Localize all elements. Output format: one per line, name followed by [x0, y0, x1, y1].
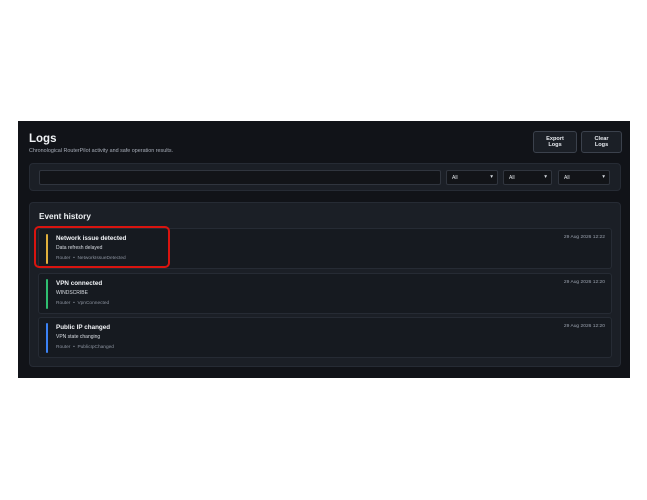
event-meta-separator: •	[73, 345, 75, 350]
event-detail: VPN state changing	[56, 334, 101, 340]
search-input[interactable]	[39, 170, 441, 185]
filter-select-3-value: All	[564, 175, 570, 181]
export-logs-button[interactable]: Export Logs	[533, 131, 577, 153]
chevron-down-icon: ▾	[544, 174, 547, 180]
event-timestamp: 29 Aug 2026 12:20	[563, 280, 605, 285]
event-source: Router	[56, 301, 71, 306]
chevron-down-icon: ▾	[490, 174, 493, 180]
event-history-title: Event history	[39, 212, 91, 221]
chevron-down-icon: ▾	[602, 174, 605, 180]
event-source: Router	[56, 345, 71, 350]
event-accent-bar	[46, 279, 48, 309]
event-card[interactable]: VPN connected WINDSCRIBE Router • VpnCon…	[38, 273, 612, 314]
event-meta-separator: •	[73, 301, 75, 306]
event-meta: Router • PublicIpChanged	[56, 345, 114, 350]
page-subtitle: Chronological RouterPilot activity and s…	[29, 148, 174, 154]
event-card[interactable]: Public IP changed VPN state changing Rou…	[38, 317, 612, 358]
page-title: Logs	[29, 133, 57, 145]
filter-select-2[interactable]: All ▾	[503, 170, 552, 185]
filter-select-2-value: All	[509, 175, 515, 181]
filter-select-3[interactable]: All ▾	[558, 170, 610, 185]
event-title: Public IP changed	[56, 324, 111, 331]
event-accent-bar	[46, 323, 48, 353]
event-title: VPN connected	[56, 280, 103, 287]
clear-logs-button[interactable]: Clear Logs	[581, 131, 622, 153]
event-type: VpnConnected	[77, 301, 110, 306]
event-timestamp: 29 Aug 2026 12:20	[563, 324, 605, 329]
event-meta: Router • VpnConnected	[56, 301, 109, 306]
event-type: PublicIpChanged	[77, 345, 114, 350]
filter-select-1-value: All	[452, 175, 458, 181]
event-detail: WINDSCRIBE	[56, 290, 88, 296]
filter-select-1[interactable]: All ▾	[446, 170, 498, 185]
event-timestamp: 29 Aug 2026 12:22	[563, 235, 605, 240]
filter-bar: All ▾ All ▾ All ▾	[29, 163, 621, 191]
highlight-outline	[34, 226, 170, 268]
